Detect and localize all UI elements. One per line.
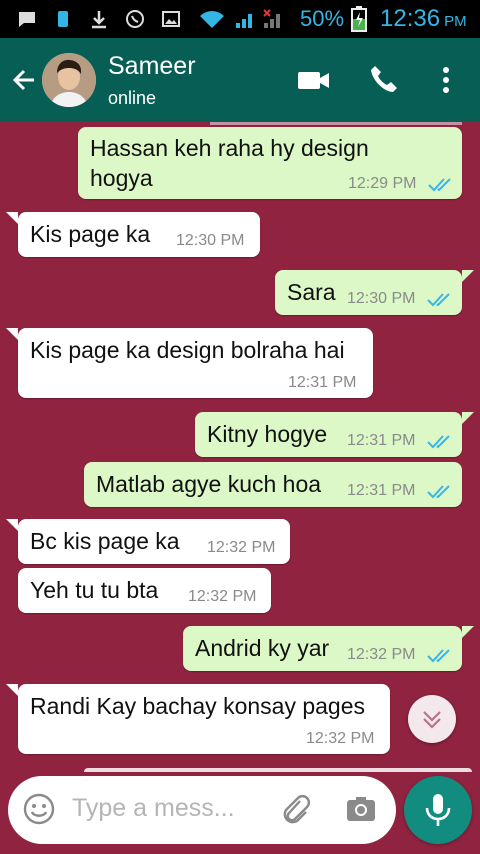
bubble-tail bbox=[6, 328, 18, 340]
whatsapp-icon bbox=[126, 10, 144, 28]
message-time: 12:31 PM bbox=[288, 374, 357, 391]
message-bubble-outgoing[interactable]: Matlab agye kuch hoa 12:31 PM bbox=[84, 462, 462, 507]
chat-notification-icon bbox=[19, 12, 35, 27]
message-time: 12:32 PM bbox=[207, 539, 276, 556]
message-time: 12:31 PM bbox=[347, 432, 416, 449]
bubble-tail bbox=[462, 270, 474, 282]
message-time: 12:32 PM bbox=[188, 588, 257, 605]
message-bubble-incoming[interactable]: Kis page ka design bolraha hai 12:31 PM bbox=[18, 328, 373, 398]
wifi-icon bbox=[200, 11, 224, 28]
bubble-tail bbox=[6, 519, 18, 531]
message-bubble-outgoing[interactable]: Kitny hogye 12:31 PM bbox=[195, 412, 462, 457]
scroll-to-bottom-button[interactable] bbox=[408, 695, 456, 743]
double-tick-icon bbox=[428, 178, 451, 192]
message-bubble-outgoing[interactable]: Sara 12:30 PM bbox=[275, 270, 462, 315]
chat-toolbar: Sameer online bbox=[0, 38, 480, 122]
camera-icon[interactable] bbox=[344, 792, 378, 826]
double-tick-icon bbox=[427, 485, 450, 499]
double-tick-icon bbox=[427, 435, 450, 449]
bubble-tail bbox=[6, 212, 18, 224]
next-message-edge bbox=[84, 768, 472, 772]
gallery-icon bbox=[162, 11, 180, 27]
message-text: Sara bbox=[287, 279, 336, 305]
message-time: 12:32 PM bbox=[347, 646, 416, 663]
message-bubble-incoming[interactable]: Bc kis page ka 12:32 PM bbox=[18, 519, 290, 564]
message-time: 12:30 PM bbox=[176, 232, 245, 249]
message-time: 12:29 PM bbox=[348, 175, 417, 192]
contact-photo bbox=[42, 53, 96, 107]
message-text: Hassan keh raha hy design bbox=[90, 135, 369, 161]
status-bar: 50% 12:36 PM bbox=[0, 0, 480, 38]
double-tick-icon bbox=[427, 649, 450, 663]
avatar[interactable] bbox=[42, 53, 96, 107]
microphone-icon bbox=[425, 794, 451, 826]
message-bubble-outgoing[interactable]: Andrid ky yar 12:32 PM bbox=[183, 626, 462, 671]
video-call-icon[interactable] bbox=[296, 62, 332, 98]
message-text: Kitny hogye bbox=[207, 421, 328, 447]
contact-status: online bbox=[108, 88, 157, 108]
message-composer: Type a mess... bbox=[8, 776, 396, 844]
message-bubble-incoming[interactable]: Randi Kay bachay konsay pages 12:32 PM bbox=[18, 684, 390, 754]
message-text-line2: hogya bbox=[90, 165, 153, 191]
message-text: Kis page ka design bolraha hai bbox=[30, 337, 345, 363]
chat-area[interactable]: Hassan keh raha hy design hogya 12:29 PM… bbox=[0, 122, 480, 772]
contact-name[interactable]: Sameer bbox=[108, 52, 196, 81]
signal-2-icon bbox=[263, 9, 280, 28]
message-time: 12:32 PM bbox=[306, 730, 375, 747]
double-tick-icon bbox=[427, 293, 450, 307]
attach-icon[interactable] bbox=[278, 792, 312, 826]
message-time: 12:31 PM bbox=[347, 482, 416, 499]
message-text: Bc kis page ka bbox=[30, 528, 180, 554]
download-icon bbox=[92, 11, 106, 29]
message-text: Yeh tu tu bta bbox=[30, 577, 159, 603]
message-text: Matlab agye kuch hoa bbox=[96, 471, 322, 497]
battery-charging-icon bbox=[351, 6, 367, 32]
message-time: 12:30 PM bbox=[347, 290, 416, 307]
message-text: Andrid ky yar bbox=[195, 635, 330, 661]
bubble-tail bbox=[462, 412, 474, 424]
mic-button[interactable] bbox=[404, 776, 472, 844]
previous-message-edge bbox=[210, 122, 462, 125]
battery-percent: 50% bbox=[300, 6, 345, 31]
message-bubble-incoming[interactable]: Kis page ka 12:30 PM bbox=[18, 212, 260, 257]
bubble-tail bbox=[6, 684, 18, 696]
message-text: Kis page ka bbox=[30, 221, 151, 247]
more-options-icon[interactable] bbox=[428, 62, 464, 98]
bubble-tail bbox=[462, 626, 474, 638]
clock: 12:36 PM bbox=[380, 5, 467, 32]
message-bubble-outgoing[interactable]: Hassan keh raha hy design hogya 12:29 PM bbox=[78, 127, 462, 199]
message-text: Randi Kay bachay konsay pages bbox=[30, 693, 365, 719]
phone-call-icon[interactable] bbox=[366, 62, 402, 98]
emoji-icon[interactable] bbox=[22, 792, 56, 826]
message-input[interactable]: Type a mess... bbox=[72, 794, 235, 823]
message-bubble-incoming[interactable]: Yeh tu tu bta 12:32 PM bbox=[18, 568, 271, 613]
back-arrow-icon[interactable] bbox=[8, 64, 40, 96]
signal-icon bbox=[236, 14, 252, 28]
double-chevron-down-icon bbox=[423, 711, 441, 729]
sim-icon bbox=[58, 11, 68, 27]
